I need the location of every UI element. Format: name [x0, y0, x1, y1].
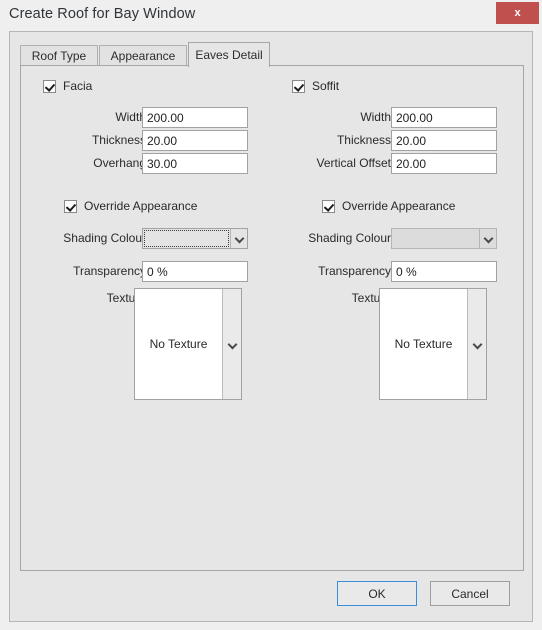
- cancel-button[interactable]: Cancel: [430, 581, 510, 606]
- facia-transparency-row: Transparency: [21, 261, 258, 282]
- close-icon[interactable]: x: [496, 2, 539, 24]
- facia-thickness-row: Thickness: [21, 130, 258, 151]
- chevron-down-icon: [467, 289, 486, 399]
- soffit-enable-label: Soffit: [312, 79, 340, 93]
- soffit-transparency-label: Transparency: [318, 264, 391, 278]
- soffit-width-label: Width: [360, 110, 391, 124]
- soffit-shading-colour-row: Shading Colour: [270, 228, 507, 249]
- soffit-override-appearance-checkbox[interactable]: Override Appearance: [322, 199, 455, 213]
- soffit-transparency-row: Transparency: [270, 261, 507, 282]
- soffit-vertical-offset-input[interactable]: [391, 153, 497, 174]
- tab-roof-type[interactable]: Roof Type: [20, 45, 98, 66]
- soffit-vertical-offset-label: Vertical Offset: [316, 156, 391, 170]
- dialog-window: Create Roof for Bay Window x Roof Type A…: [0, 0, 542, 630]
- facia-texture-select[interactable]: No Texture: [134, 288, 242, 400]
- soffit-width-input[interactable]: [391, 107, 497, 128]
- soffit-texture-value: No Texture: [380, 289, 467, 399]
- tab-appearance[interactable]: Appearance: [99, 45, 187, 66]
- facia-transparency-label: Transparency: [73, 264, 146, 278]
- checkbox-box: [292, 79, 305, 93]
- facia-overhang-input[interactable]: [142, 153, 248, 174]
- facia-override-appearance-label: Override Appearance: [84, 199, 198, 213]
- soffit-vertical-offset-row: Vertical Offset: [270, 153, 507, 174]
- facia-width-input[interactable]: [142, 107, 248, 128]
- facia-transparency-input[interactable]: [142, 261, 248, 282]
- facia-enable-checkbox[interactable]: Facia: [43, 79, 92, 93]
- facia-texture-value: No Texture: [135, 289, 222, 399]
- tab-content-eaves-detail: Facia Width Thickness Overhang Override: [20, 65, 524, 571]
- soffit-shading-colour-select[interactable]: [391, 228, 497, 249]
- title-bar: Create Roof for Bay Window x: [0, 0, 542, 31]
- chevron-down-icon: [230, 229, 247, 248]
- checkbox-box: [64, 199, 77, 213]
- soffit-transparency-input[interactable]: [391, 261, 497, 282]
- facia-panel: Facia Width Thickness Overhang Override: [21, 66, 271, 570]
- soffit-panel: Soffit Width Thickness Vertical Offset O: [270, 66, 520, 570]
- facia-shading-colour-value: [143, 229, 230, 248]
- checkbox-box: [322, 199, 335, 213]
- chevron-down-icon: [222, 289, 241, 399]
- soffit-override-appearance-label: Override Appearance: [342, 199, 456, 213]
- soffit-texture-select[interactable]: No Texture: [379, 288, 487, 400]
- facia-width-row: Width: [21, 107, 258, 128]
- window-title: Create Roof for Bay Window: [9, 6, 196, 22]
- soffit-thickness-label: Thickness: [336, 133, 391, 147]
- tab-eaves-detail[interactable]: Eaves Detail: [188, 42, 270, 67]
- soffit-width-row: Width: [270, 107, 507, 128]
- soffit-thickness-input[interactable]: [391, 130, 497, 151]
- soffit-thickness-row: Thickness: [270, 130, 507, 151]
- checkbox-box: [43, 79, 56, 93]
- facia-enable-label: Facia: [63, 79, 93, 93]
- chevron-down-icon: [479, 229, 496, 248]
- facia-shading-colour-row: Shading Colour: [21, 228, 258, 249]
- facia-texture-row: Texture No Texture: [21, 288, 258, 400]
- facia-overhang-label: Overhang: [93, 156, 146, 170]
- facia-shading-colour-label: Shading Colour: [63, 231, 146, 245]
- ok-button[interactable]: OK: [337, 581, 417, 606]
- soffit-shading-colour-value: [392, 229, 479, 248]
- facia-shading-colour-select[interactable]: [142, 228, 248, 249]
- soffit-enable-checkbox[interactable]: Soffit: [292, 79, 339, 93]
- tab-strip: Roof Type Appearance Eaves Detail: [20, 42, 524, 67]
- facia-thickness-label: Thickness: [91, 133, 146, 147]
- facia-overhang-row: Overhang: [21, 153, 258, 174]
- soffit-shading-colour-label: Shading Colour: [308, 231, 391, 245]
- dialog-panel: Roof Type Appearance Eaves Detail Facia …: [9, 31, 533, 622]
- facia-override-appearance-checkbox[interactable]: Override Appearance: [64, 199, 197, 213]
- facia-thickness-input[interactable]: [142, 130, 248, 151]
- soffit-texture-row: Texture No Texture: [270, 288, 507, 400]
